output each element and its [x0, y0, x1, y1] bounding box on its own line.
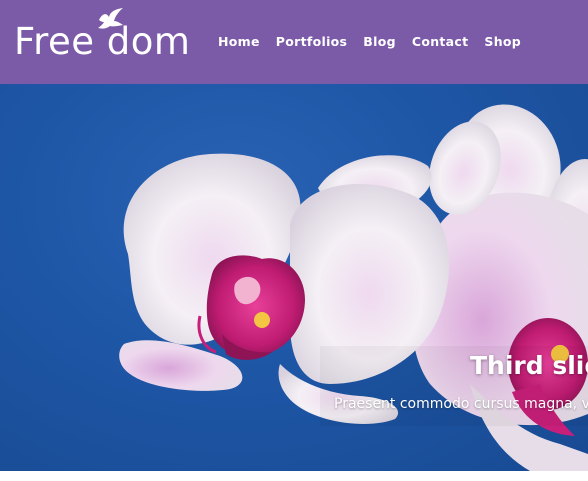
- site-logo[interactable]: Free dom: [14, 8, 198, 66]
- nav-item-shop[interactable]: Shop: [484, 33, 521, 51]
- site-header: Free dom Home Portfolios Blog Contact Sh…: [0, 0, 588, 84]
- nav-item-blog[interactable]: Blog: [363, 33, 396, 51]
- dove-icon: [98, 8, 123, 29]
- slide-title: Third slid: [470, 351, 588, 380]
- nav-item-portfolios[interactable]: Portfolios: [276, 33, 348, 51]
- hero-slider[interactable]: Third slid Praesent commodo cursus magna…: [0, 84, 588, 471]
- slide-caption: Praesent commodo cursus magna, v: [334, 396, 588, 412]
- main-nav: Home Portfolios Blog Contact Shop: [218, 33, 537, 51]
- nav-item-contact[interactable]: Contact: [412, 33, 469, 51]
- nav-item-home[interactable]: Home: [218, 33, 260, 51]
